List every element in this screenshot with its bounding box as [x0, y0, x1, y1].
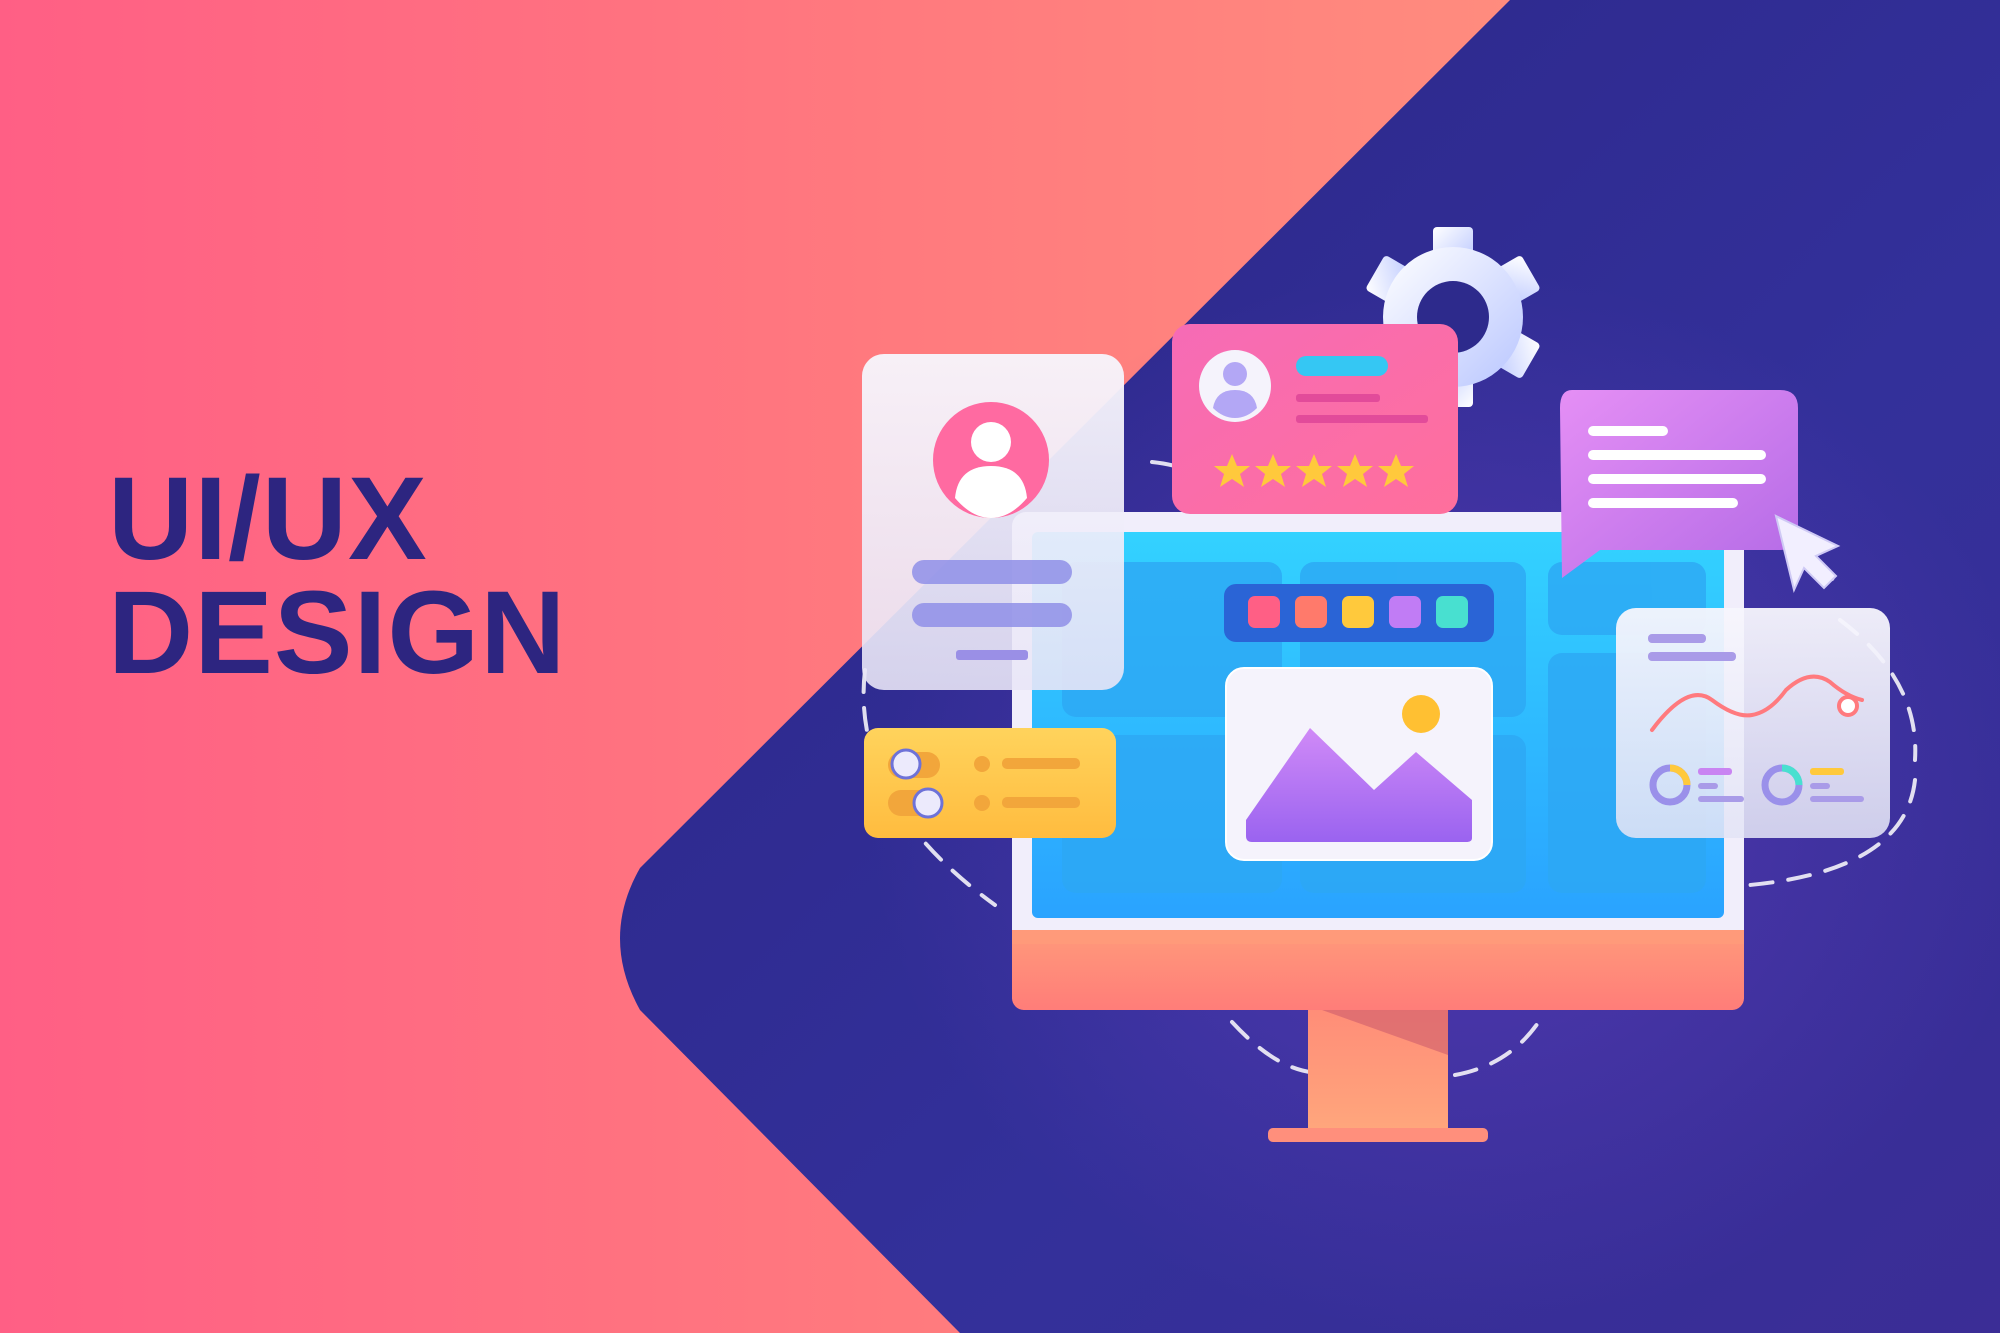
toggle-icon [890, 748, 922, 780]
swatch-2 [1295, 596, 1327, 628]
chat-bubble-card [1560, 390, 1798, 578]
image-placeholder-card [1225, 667, 1493, 861]
toggle-settings-card [864, 728, 1116, 838]
swatch-1 [1248, 596, 1280, 628]
swatch-4 [1389, 596, 1421, 628]
sun-icon [1402, 695, 1440, 733]
profile-card [862, 354, 1124, 690]
swatch-3 [1342, 596, 1374, 628]
toggle-icon [912, 787, 944, 819]
review-card [1172, 324, 1458, 514]
analytics-card [1616, 608, 1890, 838]
swatch-5 [1436, 596, 1468, 628]
color-swatch-bar [1224, 584, 1494, 642]
ui-ux-illustration [620, 0, 2000, 1333]
